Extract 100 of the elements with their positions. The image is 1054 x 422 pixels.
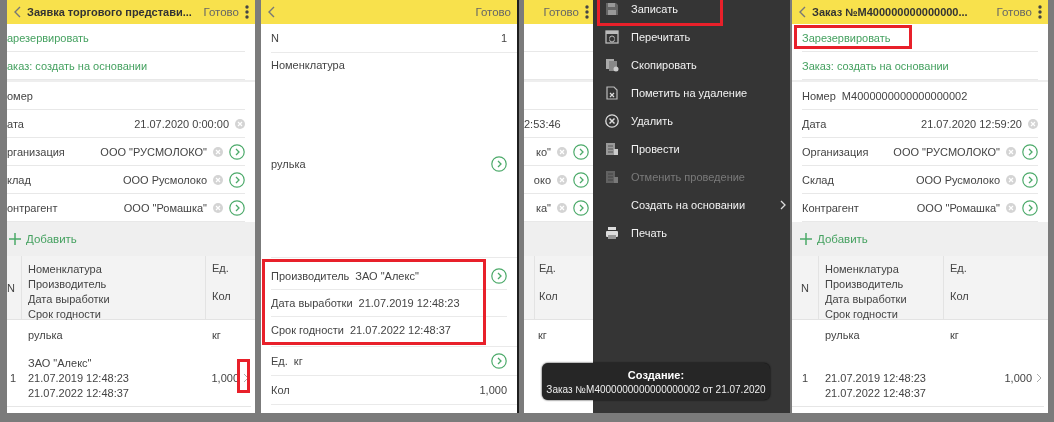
clear-icon[interactable] — [1006, 146, 1016, 157]
document-cross-icon — [605, 86, 619, 100]
table-cell: кг — [538, 329, 547, 341]
clear-icon[interactable] — [557, 174, 567, 185]
column-header: Ед. — [212, 262, 230, 274]
column-header: Кол — [539, 290, 558, 302]
open-icon[interactable] — [491, 353, 507, 369]
column-header: Срок годности — [825, 307, 899, 322]
field-value[interactable]: 21.07.2020 12:59:20 — [921, 117, 1022, 130]
field-value[interactable]: ООО Русмолоко — [122, 173, 207, 186]
field-label: Склад — [802, 173, 834, 186]
plus-icon — [800, 233, 812, 245]
field-value[interactable]: 2:53:46 — [524, 117, 561, 130]
more-icon[interactable] — [1038, 5, 1042, 19]
field-label: Ед. — [271, 355, 288, 367]
field-value[interactable]: 1,000 — [479, 384, 507, 396]
more-icon[interactable] — [245, 5, 249, 19]
column-header: N — [7, 281, 15, 294]
field-label: N — [271, 32, 279, 44]
clear-icon[interactable] — [213, 146, 223, 157]
delete-icon — [605, 114, 619, 128]
column-header: Срок годности — [28, 307, 102, 322]
clear-icon[interactable] — [1006, 174, 1016, 185]
clear-icon[interactable] — [1006, 202, 1016, 213]
column-header: Ед. — [539, 262, 557, 274]
field-label: клад — [7, 173, 31, 186]
table-cell-text: 21.07.2022 12:48:37 — [825, 385, 927, 401]
field-label: Номер — [802, 89, 836, 102]
field-value[interactable]: рулька — [271, 158, 306, 170]
clear-icon[interactable] — [213, 202, 223, 213]
open-icon[interactable] — [491, 268, 507, 284]
done-button[interactable]: Готово — [996, 6, 1032, 18]
clear-icon[interactable] — [235, 118, 245, 129]
back-icon[interactable] — [13, 6, 21, 18]
toast-title: Создание: — [627, 368, 685, 381]
column-header: Ед. — [950, 262, 968, 274]
plus-icon — [9, 233, 21, 245]
menu-item[interactable]: Скопировать — [593, 51, 790, 79]
menu-item[interactable]: Пометить на удаление — [593, 79, 790, 107]
field-value[interactable]: 21.07.2019 12:48:23 — [358, 297, 460, 309]
field-value[interactable]: ко" — [536, 145, 551, 158]
field-value[interactable]: М4000000000000000002 — [841, 89, 968, 102]
field-value[interactable]: ООО Русмолоко — [915, 173, 1000, 186]
column-header: Дата выработки — [28, 292, 111, 307]
open-icon[interactable] — [1022, 143, 1038, 160]
table-cell-text: 21.07.2022 12:48:37 — [28, 385, 130, 401]
open-icon[interactable] — [573, 199, 589, 216]
back-icon[interactable] — [267, 6, 275, 18]
clear-icon[interactable] — [557, 202, 567, 213]
chevron-icon — [780, 200, 786, 210]
open-icon[interactable] — [491, 156, 507, 172]
open-icon[interactable] — [573, 171, 589, 188]
field-value[interactable]: кг — [293, 355, 303, 367]
more-icon[interactable] — [585, 5, 589, 19]
open-icon[interactable] — [229, 171, 245, 188]
back-icon[interactable] — [798, 6, 806, 18]
menu-item[interactable]: Провести — [593, 135, 790, 163]
field-value[interactable]: ООО "Ромашка" — [916, 201, 1000, 214]
field-value[interactable]: ка" — [535, 201, 551, 214]
field-value[interactable]: ООО "РУСМОЛОКО" — [893, 145, 1000, 158]
clear-icon[interactable] — [557, 146, 567, 157]
field-value[interactable]: 21.07.2022 12:48:37 — [350, 324, 451, 336]
done-button[interactable]: Готово — [475, 6, 511, 18]
table-cell: 1 — [801, 372, 809, 384]
open-icon[interactable] — [229, 143, 245, 160]
open-icon[interactable] — [1022, 199, 1038, 216]
field-value[interactable]: ООО "Ромашка" — [123, 201, 207, 214]
field-label: омер — [7, 89, 33, 102]
window-title: Заказ №М400000000000000... — [812, 6, 969, 18]
column-header: N — [801, 281, 809, 294]
menu-item[interactable]: Записать — [593, 0, 790, 23]
clear-icon[interactable] — [1028, 118, 1038, 129]
copy-icon — [605, 58, 619, 72]
field-value[interactable]: око — [533, 173, 551, 186]
menu-item[interactable]: Перечитать — [593, 23, 790, 51]
field-label: Срок годности — [271, 324, 344, 336]
clear-icon[interactable] — [213, 174, 223, 185]
menu-item[interactable]: Создать на основании — [593, 191, 790, 219]
open-icon[interactable] — [229, 199, 245, 216]
column-header: Кол — [212, 290, 231, 302]
refresh-icon — [605, 30, 619, 44]
field-value[interactable]: 21.07.2020 0:00:00 — [134, 117, 229, 130]
chevron-icon[interactable] — [1036, 373, 1042, 383]
menu-item[interactable]: Печать — [593, 219, 790, 247]
table-cell-text: рулька — [27, 329, 64, 341]
open-icon[interactable] — [1022, 171, 1038, 188]
field-value[interactable]: ООО "РУСМОЛОКО" — [100, 145, 207, 158]
printer-icon — [605, 226, 619, 240]
field-label: Организация — [802, 145, 869, 158]
field-value[interactable]: ЗАО "Алекс" — [355, 270, 419, 282]
table-cell-text: ЗАО "Алекс" — [28, 355, 93, 371]
column-header: Производитель — [825, 277, 905, 292]
field-label: ата — [7, 117, 24, 130]
done-button[interactable]: Готово — [203, 6, 239, 18]
chevron-icon[interactable] — [243, 373, 249, 383]
open-icon[interactable] — [573, 143, 589, 160]
done-button[interactable]: Готово — [543, 6, 579, 18]
menu-item[interactable]: Удалить — [593, 107, 790, 135]
field-label: Контрагент — [802, 201, 859, 214]
field-label: Дата выработки — [271, 297, 353, 309]
